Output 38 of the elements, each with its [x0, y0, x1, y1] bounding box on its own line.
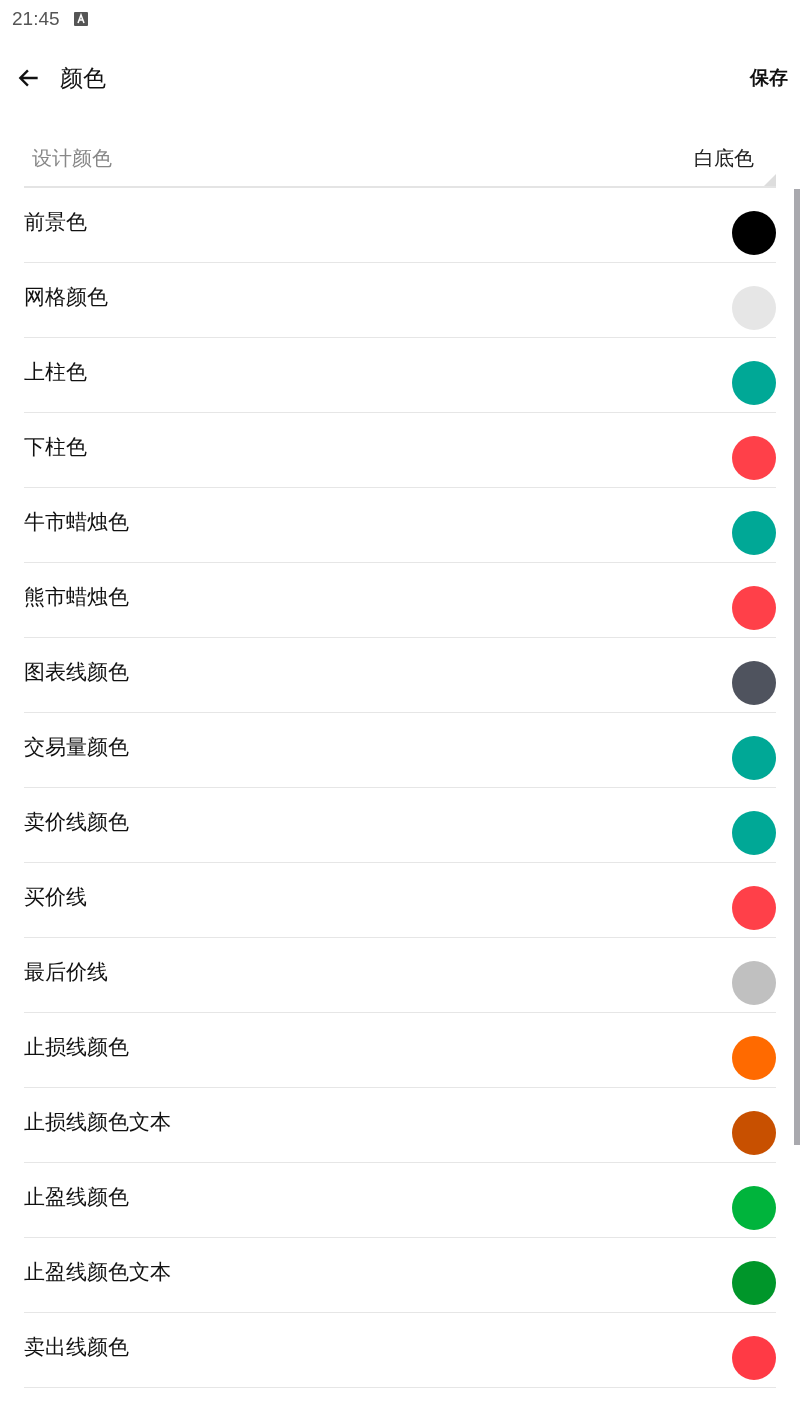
color-setting-label: 止盈线颜色 — [24, 1184, 129, 1211]
color-setting-label: 上柱色 — [24, 359, 87, 386]
color-setting-label: 牛市蜡烛色 — [24, 509, 129, 536]
status-time: 21:45 — [12, 8, 60, 30]
color-setting-label: 前景色 — [24, 209, 87, 236]
color-setting-label: 交易量颜色 — [24, 734, 129, 761]
notification-icon — [73, 12, 88, 26]
color-setting-label: 熊市蜡烛色 — [24, 584, 129, 611]
color-setting-label: 卖价线颜色 — [24, 809, 129, 836]
color-swatch[interactable] — [732, 436, 776, 480]
design-color-dropdown[interactable]: 设计颜色 白底色 — [24, 130, 776, 188]
color-setting-label: 最后价线 — [24, 959, 108, 986]
color-swatch[interactable] — [732, 1336, 776, 1380]
dropdown-corner-icon — [764, 174, 776, 186]
color-swatch[interactable] — [732, 661, 776, 705]
page-title: 颜色 — [60, 63, 107, 93]
color-swatch[interactable] — [732, 1111, 776, 1155]
color-setting-label: 止盈线颜色文本 — [24, 1259, 171, 1286]
color-swatch[interactable] — [732, 811, 776, 855]
color-swatch[interactable] — [732, 286, 776, 330]
color-setting-label: 止损线颜色文本 — [24, 1109, 171, 1136]
color-swatch[interactable] — [732, 886, 776, 930]
color-setting-label: 图表线颜色 — [24, 659, 129, 686]
color-swatch[interactable] — [732, 736, 776, 780]
color-setting-label: 下柱色 — [24, 434, 87, 461]
color-setting-label: 买价线 — [24, 884, 87, 911]
color-swatch[interactable] — [732, 1036, 776, 1080]
color-swatch[interactable] — [732, 361, 776, 405]
color-swatch[interactable] — [732, 1261, 776, 1305]
color-swatch[interactable] — [732, 586, 776, 630]
color-swatch[interactable] — [732, 1186, 776, 1230]
color-swatch[interactable] — [732, 211, 776, 255]
save-button[interactable]: 保存 — [750, 65, 788, 91]
color-setting-label: 卖出线颜色 — [24, 1334, 129, 1361]
color-setting-label: 止损线颜色 — [24, 1034, 129, 1061]
color-setting-label: 网格颜色 — [24, 284, 108, 311]
color-swatch[interactable] — [732, 961, 776, 1005]
color-swatch[interactable] — [732, 511, 776, 555]
